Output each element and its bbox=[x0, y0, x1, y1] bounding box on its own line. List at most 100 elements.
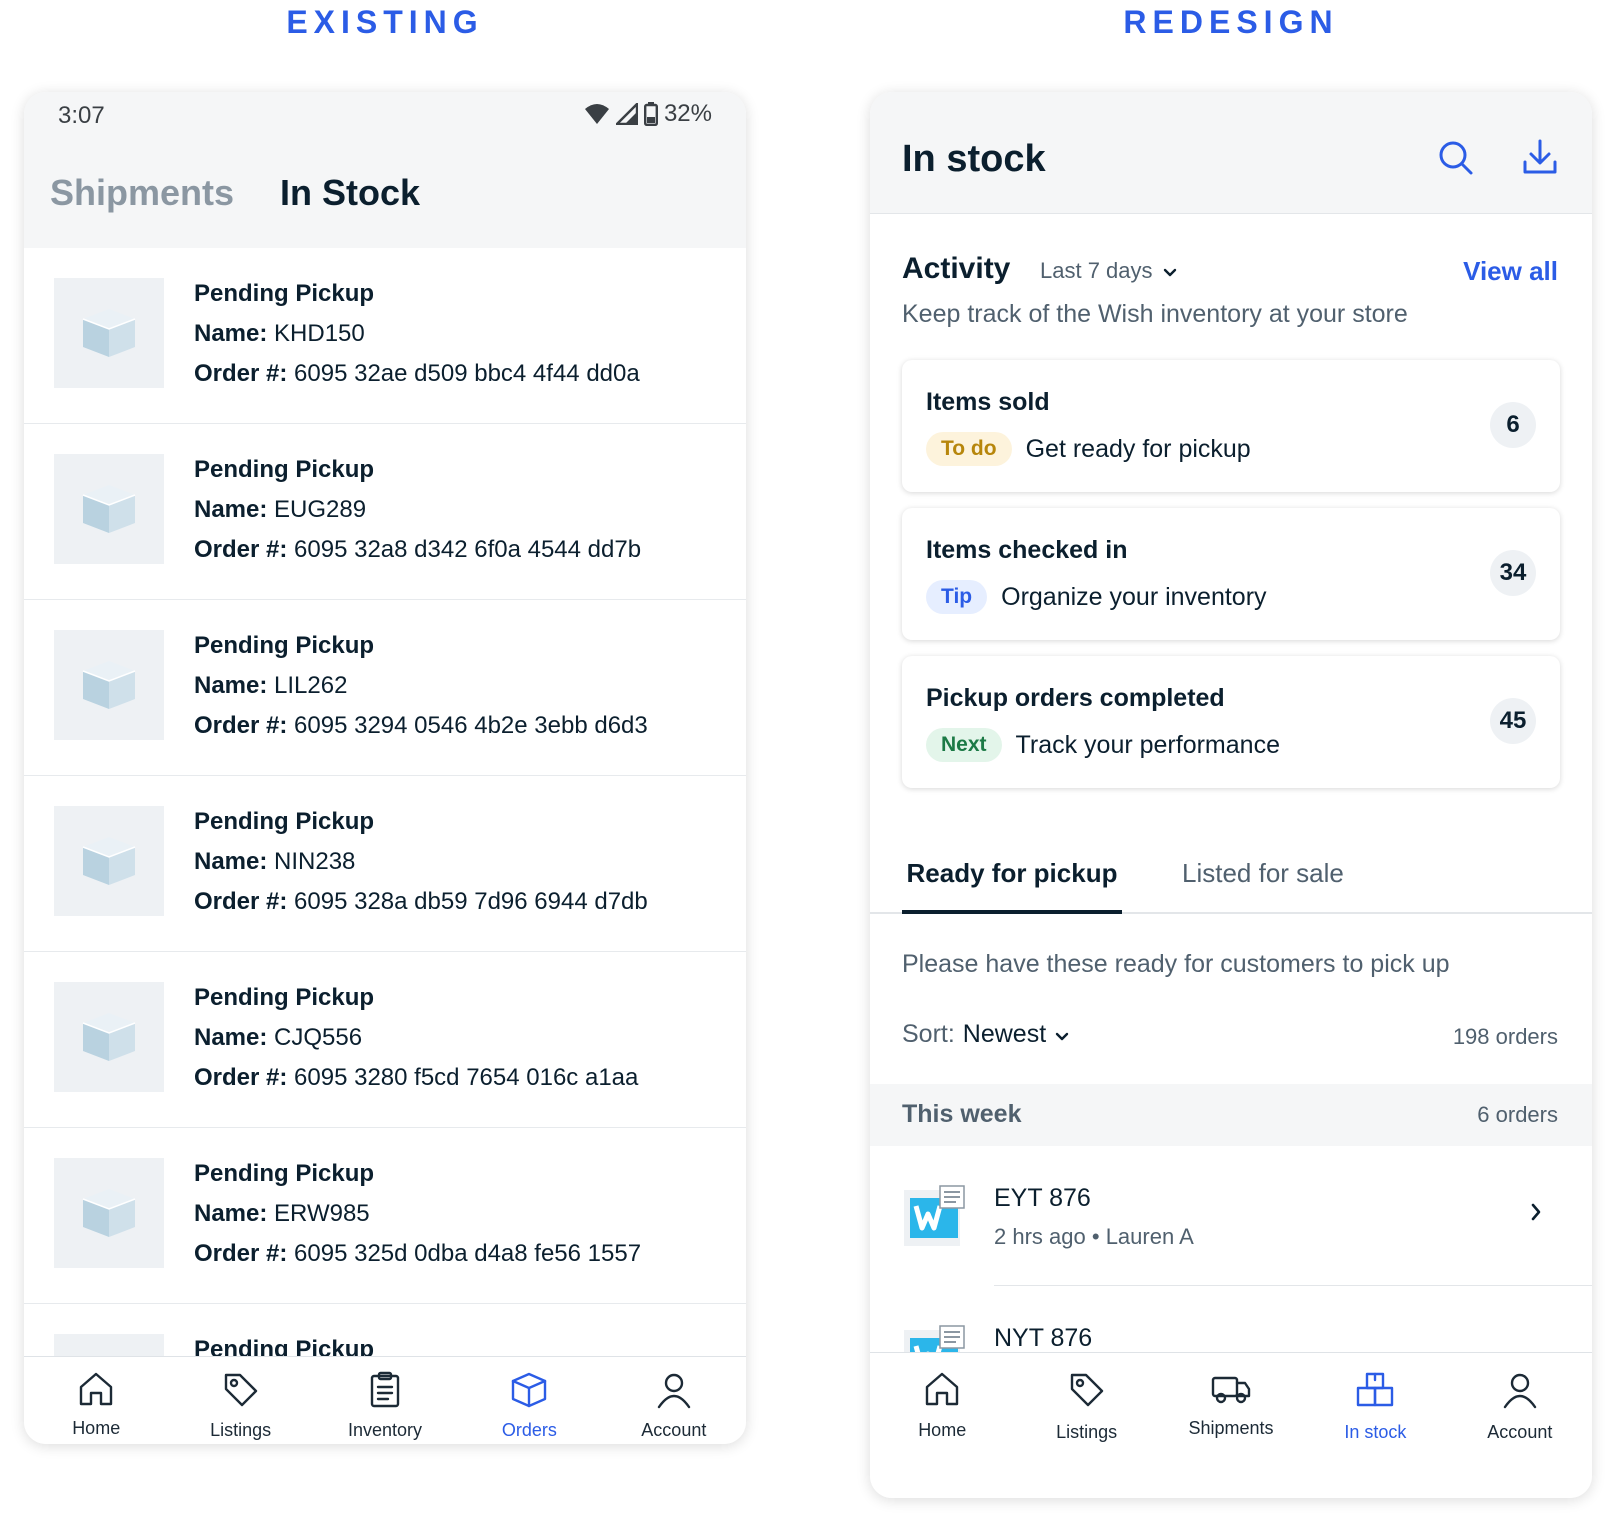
nav-item-in-stock[interactable]: In stock bbox=[1303, 1353, 1447, 1498]
card-subtitle: Get ready for pickup bbox=[1025, 434, 1251, 463]
package-icon bbox=[54, 454, 164, 564]
activity-card-pickup-completed[interactable]: Pickup orders completed Next Track your … bbox=[902, 656, 1560, 788]
name-label: Name: bbox=[194, 320, 268, 347]
order-row[interactable]: EYT 876 2 hrs ago • Lauren A bbox=[870, 1146, 1592, 1286]
tag-icon bbox=[222, 1371, 260, 1414]
package-icon bbox=[54, 1334, 164, 1356]
download-icon[interactable] bbox=[1522, 138, 1558, 181]
activity-card-items-checked-in[interactable]: Items checked in Tip Organize your inven… bbox=[902, 508, 1560, 640]
name-label: Name: bbox=[194, 848, 268, 875]
order-name-row: Name: NIN238 bbox=[194, 848, 648, 888]
existing-order-list: Pending Pickup Name: KHD150 Order #: 6095 … bbox=[24, 248, 746, 1356]
order-label: Order #: bbox=[194, 1240, 288, 1267]
wish-package-icon bbox=[902, 1182, 968, 1248]
card-title: Pickup orders completed bbox=[926, 684, 1225, 712]
ready-description: Please have these ready for customers to… bbox=[902, 950, 1450, 978]
order-number: 6095 3280 f5cd 7654 016c a1aa bbox=[294, 1064, 639, 1091]
activity-range-label: Last 7 days bbox=[1040, 258, 1153, 283]
tab-shipments[interactable]: Shipments bbox=[50, 172, 234, 214]
count-badge: 6 bbox=[1490, 402, 1536, 448]
nav-label: In stock bbox=[1344, 1422, 1407, 1442]
card-subtitle: Track your performance bbox=[1015, 730, 1280, 759]
nav-item-listings[interactable]: Listings bbox=[1014, 1353, 1158, 1498]
tip-badge: Tip bbox=[926, 580, 988, 614]
list-item[interactable]: Pending Pickup Name: EUG289 Order #: 6095 … bbox=[24, 424, 746, 600]
nav-item-home[interactable]: Home bbox=[24, 1357, 168, 1444]
order-number-row: Order #: 6095 32a8 d342 6f0a 4544 dd7b bbox=[194, 536, 641, 576]
sort-label: Sort: bbox=[902, 1020, 955, 1048]
tab-listed-for-sale[interactable]: Listed for sale bbox=[1182, 858, 1344, 889]
section-title: This week bbox=[902, 1100, 1022, 1128]
section-header: This week 6 orders bbox=[870, 1084, 1592, 1146]
battery-icon bbox=[643, 102, 658, 126]
list-item[interactable]: Pending Pickup Name: ERW985 Order #: 6095 … bbox=[24, 1128, 746, 1304]
signal-icon bbox=[615, 103, 638, 125]
order-status: Pending Pickup bbox=[194, 808, 375, 835]
activity-card-items-sold[interactable]: Items sold To do Get ready for pickup 6 bbox=[902, 360, 1560, 492]
status-indicators: 32% bbox=[584, 100, 712, 128]
package-icon bbox=[54, 982, 164, 1092]
list-item[interactable]: Pending Pickup Name: LIL262 Order #: 6095 … bbox=[24, 600, 746, 776]
name-label: Name: bbox=[194, 672, 268, 699]
order-label: Order #: bbox=[194, 712, 288, 739]
chevron-down-icon bbox=[1163, 258, 1177, 284]
card-title: Items sold bbox=[926, 388, 1050, 416]
order-name-row: Name: LIL262 bbox=[194, 672, 648, 712]
existing-heading: EXISTING bbox=[286, 4, 484, 40]
card-subtitle: Organize your inventory bbox=[1001, 582, 1267, 611]
name-label: Name: bbox=[194, 496, 268, 523]
nav-item-home[interactable]: Home bbox=[870, 1353, 1014, 1498]
nav-item-inventory[interactable]: Inventory bbox=[313, 1357, 457, 1444]
redesign-phone: In stock Activity Last 7 days View all K… bbox=[870, 92, 1592, 1498]
order-number-row: Order #: 6095 3294 0546 4b2e 3ebb d6d3 bbox=[194, 712, 648, 752]
total-orders-count: 198 orders bbox=[1452, 1024, 1558, 1049]
nav-item-account[interactable]: Account bbox=[1448, 1353, 1592, 1498]
home-icon bbox=[77, 1371, 115, 1412]
nav-label: Listings bbox=[210, 1420, 272, 1440]
tab-in-stock[interactable]: In Stock bbox=[280, 172, 420, 214]
order-number-row: Order #: 6095 32ae d509 bbc4 4f44 dd0a bbox=[194, 360, 640, 400]
order-label: Order #: bbox=[194, 1064, 288, 1091]
existing-header: 3:07 32% Shipments In Stock bbox=[24, 92, 746, 248]
order-time: 2 hrs ago bbox=[994, 1224, 1086, 1249]
activity-range-dropdown[interactable]: Last 7 days bbox=[1040, 258, 1177, 284]
order-name: KHD150 bbox=[274, 320, 365, 347]
nav-item-shipments[interactable]: Shipments bbox=[1159, 1353, 1303, 1498]
clipboard-icon bbox=[368, 1371, 402, 1414]
chevron-down-icon bbox=[1054, 1020, 1070, 1049]
list-item[interactable]: Pending Pickup Name: KHD150 Order #: 6095 … bbox=[24, 248, 746, 424]
order-status: Pending Pickup bbox=[194, 1336, 375, 1356]
list-item[interactable]: Pending Pickup Name: NIN238 Order #: 6095 … bbox=[24, 776, 746, 952]
existing-phone: 3:07 32% Shipments In Stock Pending Pick… bbox=[24, 92, 746, 1444]
order-number: 6095 32a8 d342 6f0a 4544 dd7b bbox=[294, 536, 642, 563]
activity-title: Activity bbox=[902, 252, 1011, 285]
order-status: Pending Pickup bbox=[194, 456, 375, 483]
sort-dropdown[interactable]: Sort: Newest bbox=[902, 1020, 1070, 1049]
list-item[interactable]: Pending Pickup Name: CJQ556 Order #: 6095 … bbox=[24, 952, 746, 1128]
nav-item-listings[interactable]: Listings bbox=[168, 1357, 312, 1444]
order-name: NIN238 bbox=[274, 848, 356, 875]
list-item[interactable]: Pending Pickup bbox=[24, 1304, 746, 1356]
order-number: 6095 325d 0dba d4a8 fe56 1557 bbox=[294, 1240, 642, 1267]
order-id: EYT 876 bbox=[994, 1184, 1091, 1212]
name-label: Name: bbox=[194, 1200, 268, 1227]
search-icon[interactable] bbox=[1438, 140, 1474, 181]
nav-label: Listings bbox=[1056, 1422, 1118, 1442]
view-all-link[interactable]: View all bbox=[1463, 256, 1558, 287]
tab-ready-for-pickup[interactable]: Ready for pickup bbox=[902, 858, 1122, 914]
nav-item-account[interactable]: Account bbox=[602, 1357, 746, 1444]
order-name-row: Name: CJQ556 bbox=[194, 1024, 638, 1064]
order-meta: 2 hrs ago • Lauren A bbox=[994, 1224, 1194, 1250]
order-number: 6095 328a db59 7d96 6944 d7db bbox=[294, 888, 648, 915]
package-icon bbox=[54, 278, 164, 388]
order-number: 6095 32ae d509 bbc4 4f44 dd0a bbox=[294, 360, 640, 387]
order-status: Pending Pickup bbox=[194, 632, 375, 659]
next-badge: Next bbox=[926, 728, 1002, 762]
wifi-icon bbox=[584, 103, 610, 125]
chevron-right-icon[interactable] bbox=[1530, 1202, 1542, 1227]
nav-label: Shipments bbox=[1188, 1418, 1274, 1438]
nav-item-orders[interactable]: Orders bbox=[457, 1357, 601, 1444]
activity-description: Keep track of the Wish inventory at your… bbox=[902, 300, 1408, 328]
page-title: In stock bbox=[902, 138, 1046, 180]
nav-label: Home bbox=[72, 1418, 121, 1438]
